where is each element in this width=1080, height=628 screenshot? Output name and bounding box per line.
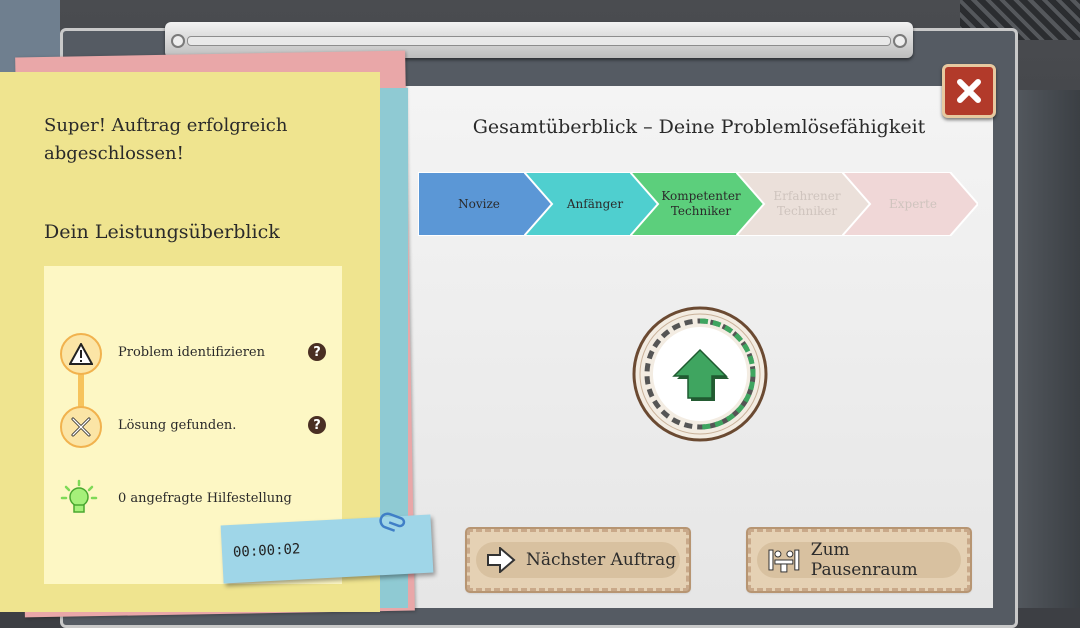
arrow-right-icon [487, 547, 516, 573]
help-icon[interactable]: ? [308, 343, 326, 361]
background-wall [1010, 90, 1080, 608]
skill-level-track: Novize Anfänger Kompetenter Techniker Er… [418, 172, 980, 236]
progress-medal [632, 306, 768, 442]
close-button[interactable] [942, 64, 996, 118]
lightbulb-icon [60, 479, 98, 517]
break-room-icon [768, 549, 800, 573]
level-label: Kompetenter Techniker [661, 189, 741, 218]
level-label: Novize [458, 196, 500, 211]
performance-title: Dein Leistungsüberblick [44, 221, 280, 243]
success-message: Super! Auftrag erfolgreich abgeschlossen… [44, 115, 288, 164]
tools-icon [60, 406, 102, 448]
rivet-left [171, 34, 185, 48]
close-icon [957, 79, 981, 103]
break-room-button[interactable]: Zum Pausenraum [746, 527, 972, 593]
rivet-right [893, 34, 907, 48]
warning-icon [60, 333, 102, 375]
paperclip-icon [379, 512, 406, 532]
level-label: Experte [889, 196, 937, 211]
help-icon[interactable]: ? [308, 416, 326, 434]
level-label: Erfahrener Techniker [773, 189, 841, 218]
level-expert: Experte [842, 172, 978, 236]
row-label-hints: 0 angefragte Hilfestellung [118, 491, 292, 506]
clip-slot [187, 36, 891, 46]
row-label-problem: Problem identifizieren [118, 345, 265, 360]
break-room-label: Zum Pausenraum [810, 540, 918, 580]
row-label-solution: Lösung gefunden. [118, 418, 237, 433]
next-task-label: Nächster Auftrag [526, 550, 677, 570]
next-task-button[interactable]: Nächster Auftrag [465, 527, 691, 593]
overview-title: Gesamtüberblick – Deine Problemlösefähig… [472, 116, 926, 138]
level-label: Anfänger [566, 196, 624, 211]
